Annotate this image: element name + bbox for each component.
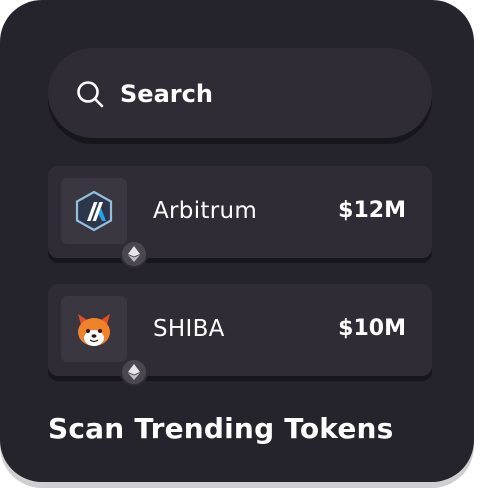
- token-row-shiba[interactable]: SHIBA $10M: [48, 284, 432, 386]
- search-label: Search: [120, 80, 213, 108]
- ethereum-chain-badge: [120, 358, 148, 386]
- ethereum-chain-badge: [120, 240, 148, 268]
- token-name: Arbitrum: [153, 198, 258, 224]
- search-bar[interactable]: [48, 48, 432, 138]
- token-logo-tile: [61, 178, 148, 268]
- token-value: $10M: [338, 316, 406, 341]
- widget-card: Search Arbitrum $12M SHIBA $10M Scan Tre…: [0, 0, 474, 482]
- token-name: SHIBA: [153, 316, 225, 342]
- section-title: Scan Trending Tokens: [48, 412, 394, 445]
- token-row-arbitrum[interactable]: Arbitrum $12M: [48, 166, 432, 268]
- ethereum-icon: [128, 246, 140, 262]
- token-logo-tile: [61, 296, 148, 386]
- shiba-logo-icon: [78, 314, 110, 346]
- token-value: $12M: [338, 198, 406, 223]
- ethereum-icon: [128, 364, 140, 380]
- arbitrum-logo-icon: [75, 190, 113, 232]
- search-icon: [77, 81, 104, 108]
